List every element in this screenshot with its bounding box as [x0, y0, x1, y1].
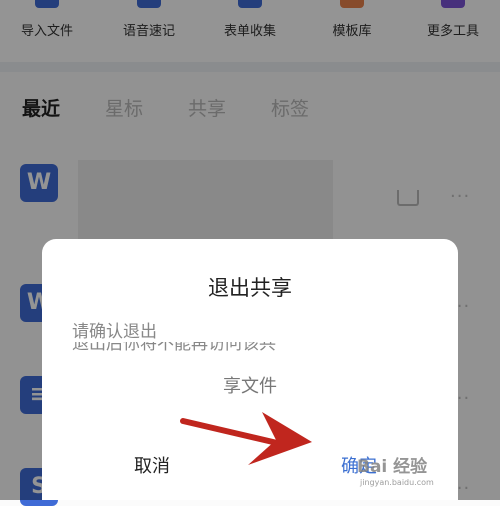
- watermark-url: jingyan.baidu.com: [360, 478, 434, 487]
- watermark-logo: Bai 经验: [357, 457, 428, 477]
- annotation-arrow-icon: [180, 412, 312, 465]
